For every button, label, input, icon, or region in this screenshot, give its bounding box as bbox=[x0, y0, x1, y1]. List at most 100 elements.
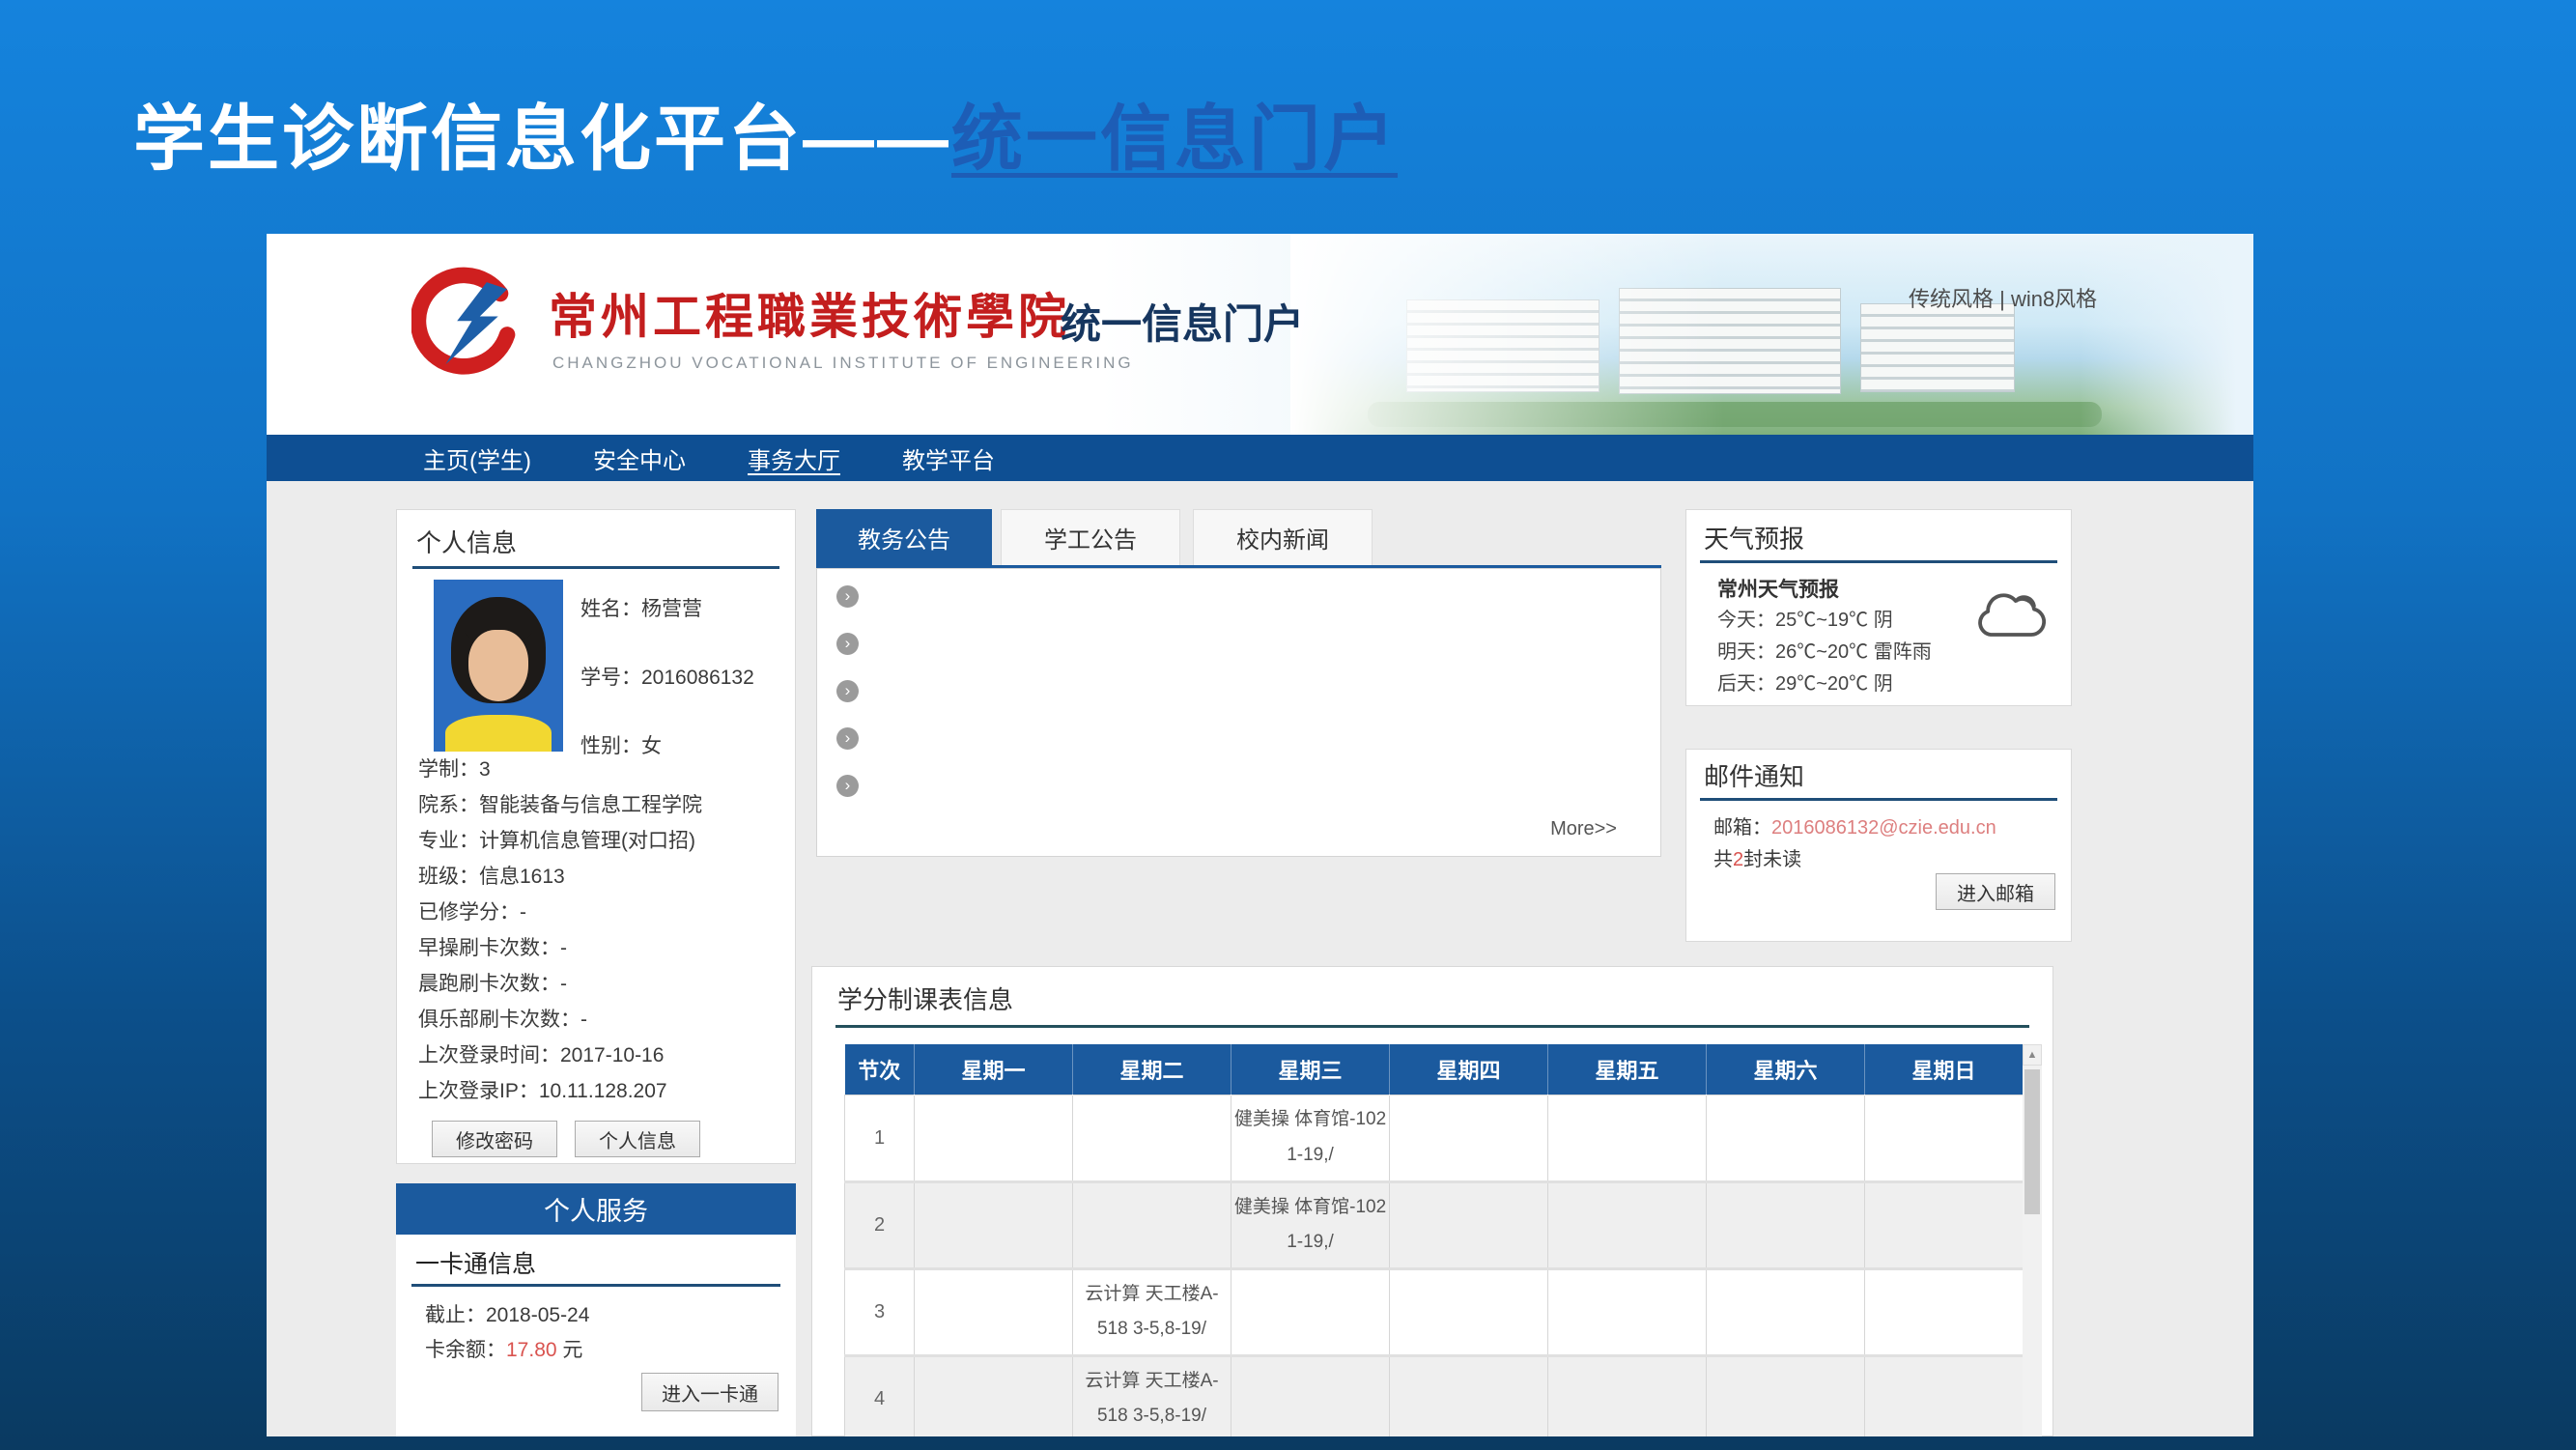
course-cell: 健美操 体育馆-102 1-19,/ bbox=[1231, 1095, 1390, 1181]
more-link[interactable]: More>> bbox=[1550, 818, 1617, 840]
course-cell bbox=[1865, 1181, 2024, 1268]
scrollbar-thumb[interactable] bbox=[2024, 1069, 2040, 1214]
course-cell bbox=[1707, 1355, 1865, 1436]
course-cell bbox=[1707, 1181, 1865, 1268]
personal-field: 晨跑刷卡次数：- bbox=[418, 966, 702, 1002]
mailbox-line: 邮箱：2016086132@czie.edu.cn bbox=[1713, 811, 1996, 839]
mailbox-address-link[interactable]: 2016086132@czie.edu.cn bbox=[1771, 817, 1996, 839]
nav-item[interactable]: 主页(学生) bbox=[423, 441, 531, 475]
announcement-row[interactable]: › bbox=[836, 629, 1609, 658]
personal-info-button[interactable]: 个人信息 bbox=[575, 1121, 700, 1157]
period-cell: 1 bbox=[845, 1095, 915, 1181]
school-logo-icon bbox=[411, 263, 525, 388]
course-cell bbox=[1548, 1355, 1707, 1436]
title-rule bbox=[1700, 798, 2057, 801]
timetable-row: 1 健美操 体育馆-102 1-19,/ bbox=[845, 1095, 2024, 1181]
nav-item[interactable]: 安全中心 bbox=[593, 441, 686, 475]
course-cell bbox=[1548, 1268, 1707, 1355]
balance-value: 17.80 bbox=[506, 1339, 557, 1361]
site-header: 传统风格 | win8风格 常州工程職業技術學院 CHANGZHOU VOCAT… bbox=[267, 234, 2253, 435]
weather-line: 后天：29℃~20℃ 阴 bbox=[1717, 668, 1932, 700]
course-cell bbox=[1865, 1355, 2024, 1436]
scrollbar-up-arrow-icon[interactable]: ▲ bbox=[2023, 1044, 2042, 1066]
style-switch-links[interactable]: 传统风格 | win8风格 bbox=[1909, 282, 2097, 313]
tab-校内新闻[interactable]: 校内新闻 bbox=[1193, 509, 1373, 565]
change-password-button[interactable]: 修改密码 bbox=[432, 1121, 557, 1157]
course-cell: 健美操 体育馆-102 1-19,/ bbox=[1231, 1181, 1390, 1268]
course-cell bbox=[1707, 1095, 1865, 1181]
weather-line: 明天：26℃~20℃ 雷阵雨 bbox=[1717, 637, 1932, 668]
course-cell bbox=[1548, 1181, 1707, 1268]
title-rule bbox=[835, 1025, 2029, 1028]
timetable-scrollbar[interactable]: ▲ bbox=[2023, 1044, 2042, 1436]
course-cell bbox=[1707, 1268, 1865, 1355]
weather-title: 天气预报 bbox=[1704, 520, 1804, 555]
unread-count: 2 bbox=[1733, 849, 1743, 870]
timetable-panel: 学分制课表信息 节次星期一星期二星期三星期四星期五星期六星期日1健美操 体育馆-… bbox=[811, 966, 2053, 1436]
personal-field: 已修学分：- bbox=[418, 895, 702, 930]
announcement-list-panel: › › › › › More>> bbox=[816, 568, 1661, 857]
course-cell bbox=[1390, 1095, 1548, 1181]
weather-panel: 天气预报 常州天气预报 今天：25℃~19℃ 阴明天：26℃~20℃ 雷阵雨后天… bbox=[1685, 509, 2072, 706]
unread-prefix: 共 bbox=[1713, 849, 1733, 870]
timetable-col-header: 星期六 bbox=[1707, 1044, 1865, 1095]
course-cell bbox=[1390, 1268, 1548, 1355]
course-cell bbox=[1073, 1181, 1231, 1268]
mailbox-label: 邮箱： bbox=[1713, 817, 1771, 839]
tab-学工公告[interactable]: 学工公告 bbox=[1001, 509, 1180, 565]
unread-line: 共2封未读 bbox=[1713, 843, 1801, 871]
course-cell bbox=[1390, 1355, 1548, 1436]
personal-field: 早操刷卡次数：- bbox=[418, 930, 702, 966]
course-cell bbox=[1390, 1181, 1548, 1268]
timetable-title: 学分制课表信息 bbox=[837, 981, 1013, 1016]
announcement-row[interactable]: › bbox=[836, 724, 1609, 753]
mail-title: 邮件通知 bbox=[1704, 757, 1804, 793]
slide-title-portal-link[interactable]: 统一信息门户 bbox=[951, 99, 1398, 179]
slide-background: 学生诊断信息化平台——统一信息门户 传统风格 | win8风格 常州工程職業技術… bbox=[0, 0, 2576, 1450]
weather-city-header: 常州天气预报 bbox=[1717, 574, 1839, 603]
timetable-col-header: 星期五 bbox=[1548, 1044, 1707, 1095]
nav-item[interactable]: 事务大厅 bbox=[748, 441, 840, 475]
course-cell bbox=[915, 1181, 1073, 1268]
personal-info-title: 个人信息 bbox=[416, 524, 517, 559]
period-cell: 2 bbox=[845, 1181, 915, 1268]
personal-field: 学制：3 bbox=[418, 752, 702, 787]
timetable-row: 4云计算 天工楼A- 518 3-5,8-19/ bbox=[845, 1355, 2024, 1436]
timetable-col-header: 星期日 bbox=[1865, 1044, 2024, 1095]
cloud-icon bbox=[1970, 583, 2053, 645]
timetable-row: 3云计算 天工楼A- 518 3-5,8-19/ bbox=[845, 1268, 2024, 1355]
nav-item[interactable]: 教学平台 bbox=[902, 441, 995, 475]
course-cell bbox=[1231, 1355, 1390, 1436]
timetable-table: 节次星期一星期二星期三星期四星期五星期六星期日1健美操 体育馆-102 1-19… bbox=[844, 1044, 2024, 1436]
unread-suffix: 封未读 bbox=[1743, 849, 1801, 870]
announcement-row[interactable]: › bbox=[836, 676, 1609, 705]
personal-field: 专业：计算机信息管理(对口招) bbox=[418, 823, 702, 859]
slide-title-main: 学生诊断信息化平台—— bbox=[133, 99, 951, 179]
portal-name: 统一信息门户 bbox=[1061, 292, 1304, 351]
personal-field: 上次登录时间：2017-10-16 bbox=[418, 1038, 702, 1073]
personal-info-panel: 个人信息 姓名：杨营营学号：2016086132性别：女 学制：3院系：智能装备… bbox=[396, 509, 796, 1164]
photo-field: 姓名：杨营营 bbox=[580, 593, 754, 622]
course-cell bbox=[1548, 1095, 1707, 1181]
timetable-col-header: 节次 bbox=[845, 1044, 915, 1095]
balance-label: 卡余额： bbox=[425, 1339, 506, 1361]
course-cell bbox=[915, 1095, 1073, 1181]
photo-field: 学号：2016086132 bbox=[580, 662, 754, 691]
title-rule bbox=[412, 566, 779, 569]
announcement-row[interactable]: › bbox=[836, 582, 1609, 611]
chevron-right-icon: › bbox=[836, 633, 859, 655]
deadline-label: 截止： bbox=[425, 1304, 486, 1326]
enter-onecard-button[interactable]: 进入一卡通 bbox=[641, 1373, 778, 1411]
title-rule bbox=[1700, 560, 2057, 563]
weather-forecast-lines: 今天：25℃~19℃ 阴明天：26℃~20℃ 雷阵雨后天：29℃~20℃ 阴 bbox=[1717, 605, 1932, 700]
timetable-row: 2 健美操 体育馆-102 1-19,/ bbox=[845, 1181, 2024, 1268]
course-cell bbox=[1073, 1095, 1231, 1181]
enter-mailbox-button[interactable]: 进入邮箱 bbox=[1936, 873, 2055, 910]
chevron-right-icon: › bbox=[836, 680, 859, 702]
tab-教务公告[interactable]: 教务公告 bbox=[816, 509, 992, 565]
announcement-row[interactable]: › bbox=[836, 771, 1609, 800]
campus-photo bbox=[1290, 234, 2253, 435]
onecard-balance: 卡余额：17.80 元 bbox=[425, 1334, 582, 1363]
personal-service-panel: 个人服务 一卡通信息 截止：2018-05-24 卡余额：17.80 元 进入一… bbox=[396, 1183, 796, 1436]
course-cell bbox=[915, 1355, 1073, 1436]
